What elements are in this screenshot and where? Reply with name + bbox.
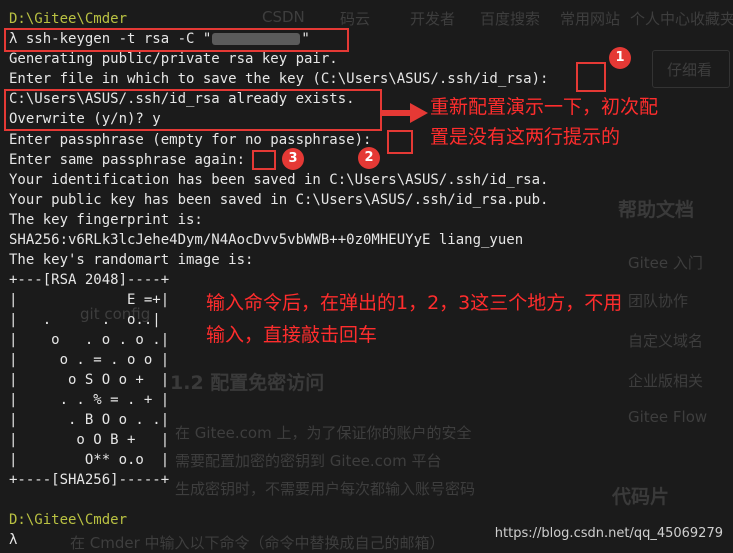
randomart-line: | o O B + | [9, 432, 170, 448]
note-press-enter-line-1: 输入命令后，在弹出的1，2，3这三个地方，不用 [206, 292, 623, 314]
note-reconfigure-line-2: 置是没有这两行提示的 [430, 126, 621, 148]
terminal-prompt-path: D:\Gitee\Cmder [9, 11, 128, 27]
badge-2: 2 [358, 147, 380, 169]
randomart-line: | O** o.o | [9, 452, 170, 468]
red-arrow-icon [382, 103, 428, 123]
randomart-line: | o . = . o o | [9, 352, 170, 368]
terminal-prompt-path: D:\Gitee\Cmder [9, 512, 128, 528]
randomart-line: | o S O o + | [9, 372, 170, 388]
prompt-3-highlight-box [252, 150, 276, 170]
csdn-watermark: https://blog.csdn.net/qq_45069279 [494, 526, 723, 541]
note-reconfigure-line-1: 重新配置演示一下，初次配 [430, 96, 659, 118]
terminal-output-line: Generating public/private rsa key pair. [9, 51, 338, 67]
randomart-line: | E =+| [9, 292, 170, 308]
terminal-output-line: Your public key has been saved in C:\Use… [9, 192, 549, 208]
randomart-line: +---[RSA 2048]----+ [9, 272, 170, 288]
terminal-output-line: Enter file in which to save the key (C:\… [9, 71, 549, 87]
cmder-terminal[interactable]: D:\Gitee\Cmder λ ssh-keygen -t rsa -C " "… [0, 0, 733, 553]
terminal-output-line: Your identification has been saved in C:… [9, 172, 549, 188]
terminal-output-line: Enter passphrase (empty for no passphras… [9, 132, 372, 148]
terminal-output-line: The key's randomart image is: [9, 252, 254, 268]
prompt-2-highlight-box [387, 130, 413, 154]
randomart-line: | . . o..| [9, 312, 161, 328]
randomart-line: | . B O o . .| [9, 412, 170, 428]
terminal-output-line: SHA256:v6RLk3lcJehe4Dym/N4AocDvv5vbWWB++… [9, 232, 524, 248]
lambda-glyph: λ [9, 532, 18, 548]
note-press-enter-line-2: 输入，直接敲击回车 [206, 324, 378, 346]
terminal-input-line[interactable]: λ [9, 530, 17, 550]
prompt-1-highlight-box [576, 62, 606, 92]
terminal-output-line: The key fingerprint is: [9, 212, 203, 228]
randomart-line: | . . % = . + | [9, 392, 170, 408]
randomart-line: +----[SHA256]-----+ [9, 472, 170, 488]
overwrite-highlight-box [4, 89, 382, 131]
terminal-output-line: Enter same passphrase again: [9, 152, 246, 168]
randomart-line: | o . o . o .| [9, 332, 170, 348]
badge-3: 3 [282, 148, 304, 170]
command-highlight-box [4, 28, 349, 52]
badge-1: 1 [609, 47, 631, 69]
